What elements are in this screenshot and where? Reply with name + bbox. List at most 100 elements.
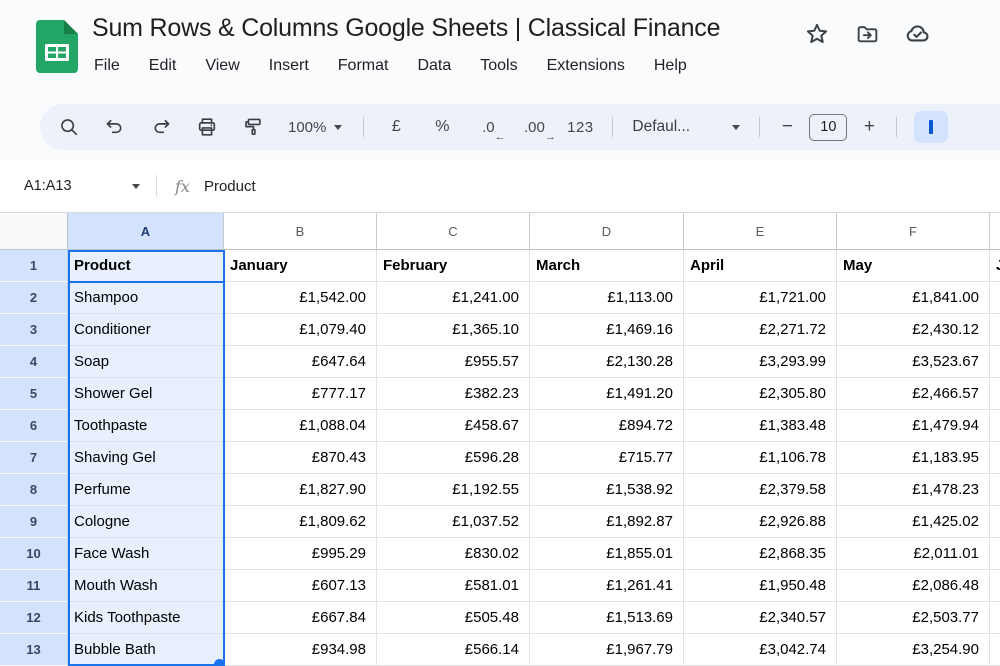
cell-A8[interactable]: Perfume — [68, 474, 224, 506]
row-header-7[interactable]: 7 — [0, 442, 68, 474]
column-header-B[interactable]: B — [224, 213, 377, 250]
paint-format-button[interactable] — [230, 109, 276, 145]
cell-E6[interactable]: £1,383.48 — [684, 410, 837, 442]
menu-tools[interactable]: Tools — [480, 57, 517, 75]
cell-C5[interactable]: £382.23 — [377, 378, 530, 410]
currency-format-button[interactable]: £ — [373, 109, 419, 145]
column-header-E[interactable]: E — [684, 213, 837, 250]
cell-E4[interactable]: £3,293.99 — [684, 346, 837, 378]
cell-B1[interactable]: January — [224, 250, 377, 282]
cell-E12[interactable]: £2,340.57 — [684, 602, 837, 634]
column-header-C[interactable]: C — [377, 213, 530, 250]
menu-view[interactable]: View — [205, 57, 239, 75]
menu-help[interactable]: Help — [654, 57, 687, 75]
cell-A4[interactable]: Soap — [68, 346, 224, 378]
cell-clipped-5[interactable] — [990, 378, 1000, 410]
cell-B12[interactable]: £667.84 — [224, 602, 377, 634]
move-folder-button[interactable] — [852, 19, 882, 49]
cell-clipped-9[interactable] — [990, 506, 1000, 538]
cell-clipped-7[interactable] — [990, 442, 1000, 474]
increase-font-size-button[interactable]: + — [851, 109, 887, 145]
cell-F10[interactable]: £2,011.01 — [837, 538, 990, 570]
row-header-2[interactable]: 2 — [0, 282, 68, 314]
cell-C13[interactable]: £566.14 — [377, 634, 530, 666]
cell-D12[interactable]: £1,513.69 — [530, 602, 684, 634]
cell-A6[interactable]: Toothpaste — [68, 410, 224, 442]
search-button[interactable] — [46, 109, 92, 145]
cell-F12[interactable]: £2,503.77 — [837, 602, 990, 634]
cell-clipped-3[interactable] — [990, 314, 1000, 346]
cell-D9[interactable]: £1,892.87 — [530, 506, 684, 538]
cell-B2[interactable]: £1,542.00 — [224, 282, 377, 314]
cell-D3[interactable]: £1,469.16 — [530, 314, 684, 346]
print-button[interactable] — [184, 109, 230, 145]
cell-A7[interactable]: Shaving Gel — [68, 442, 224, 474]
cell-F2[interactable]: £1,841.00 — [837, 282, 990, 314]
column-header-D[interactable]: D — [530, 213, 684, 250]
cell-D8[interactable]: £1,538.92 — [530, 474, 684, 506]
menu-data[interactable]: Data — [417, 57, 451, 75]
cell-C2[interactable]: £1,241.00 — [377, 282, 530, 314]
cell-E8[interactable]: £2,379.58 — [684, 474, 837, 506]
cell-C1[interactable]: February — [377, 250, 530, 282]
cell-F7[interactable]: £1,183.95 — [837, 442, 990, 474]
cell-clipped-13[interactable] — [990, 634, 1000, 666]
document-title[interactable]: Sum Rows & Columns Google Sheets | Class… — [92, 14, 720, 43]
cell-B13[interactable]: £934.98 — [224, 634, 377, 666]
cell-clipped-12[interactable] — [990, 602, 1000, 634]
row-header-5[interactable]: 5 — [0, 378, 68, 410]
decrease-decimal-button[interactable]: .0← — [465, 109, 511, 145]
cell-F8[interactable]: £1,478.23 — [837, 474, 990, 506]
row-header-12[interactable]: 12 — [0, 602, 68, 634]
column-header-clipped[interactable] — [990, 213, 1000, 250]
undo-button[interactable] — [92, 109, 138, 145]
cell-B5[interactable]: £777.17 — [224, 378, 377, 410]
cell-F5[interactable]: £2,466.57 — [837, 378, 990, 410]
cell-C12[interactable]: £505.48 — [377, 602, 530, 634]
cell-D7[interactable]: £715.77 — [530, 442, 684, 474]
bold-button-clipped[interactable] — [914, 111, 948, 143]
cell-A2[interactable]: Shampoo — [68, 282, 224, 314]
row-header-13[interactable]: 13 — [0, 634, 68, 666]
redo-button[interactable] — [138, 109, 184, 145]
star-button[interactable] — [802, 19, 832, 49]
cell-D4[interactable]: £2,130.28 — [530, 346, 684, 378]
cell-F13[interactable]: £3,254.90 — [837, 634, 990, 666]
cell-B9[interactable]: £1,809.62 — [224, 506, 377, 538]
cell-clipped-6[interactable] — [990, 410, 1000, 442]
zoom-control[interactable]: 100% — [276, 119, 354, 136]
fill-handle[interactable] — [214, 659, 225, 666]
cell-E5[interactable]: £2,305.80 — [684, 378, 837, 410]
cell-clipped-4[interactable] — [990, 346, 1000, 378]
row-header-1[interactable]: 1 — [0, 250, 68, 282]
row-header-3[interactable]: 3 — [0, 314, 68, 346]
cell-A11[interactable]: Mouth Wash — [68, 570, 224, 602]
select-all-corner[interactable] — [0, 213, 68, 250]
cell-A12[interactable]: Kids Toothpaste — [68, 602, 224, 634]
cell-B3[interactable]: £1,079.40 — [224, 314, 377, 346]
cloud-status-button[interactable] — [902, 19, 932, 49]
menu-format[interactable]: Format — [338, 57, 389, 75]
cell-E3[interactable]: £2,271.72 — [684, 314, 837, 346]
cell-clipped-1[interactable]: J — [990, 250, 1000, 282]
cell-D6[interactable]: £894.72 — [530, 410, 684, 442]
cell-A10[interactable]: Face Wash — [68, 538, 224, 570]
cell-D13[interactable]: £1,967.79 — [530, 634, 684, 666]
cell-B10[interactable]: £995.29 — [224, 538, 377, 570]
cell-clipped-8[interactable] — [990, 474, 1000, 506]
cell-F3[interactable]: £2,430.12 — [837, 314, 990, 346]
cell-C3[interactable]: £1,365.10 — [377, 314, 530, 346]
row-header-9[interactable]: 9 — [0, 506, 68, 538]
cell-E10[interactable]: £2,868.35 — [684, 538, 837, 570]
google-sheets-logo[interactable] — [36, 20, 78, 73]
cell-D10[interactable]: £1,855.01 — [530, 538, 684, 570]
cell-clipped-2[interactable] — [990, 282, 1000, 314]
cell-B7[interactable]: £870.43 — [224, 442, 377, 474]
cell-C11[interactable]: £581.01 — [377, 570, 530, 602]
cell-F6[interactable]: £1,479.94 — [837, 410, 990, 442]
font-family-select[interactable]: Defaul... — [622, 118, 750, 136]
cell-E1[interactable]: April — [684, 250, 837, 282]
row-header-10[interactable]: 10 — [0, 538, 68, 570]
cell-F9[interactable]: £1,425.02 — [837, 506, 990, 538]
cell-D5[interactable]: £1,491.20 — [530, 378, 684, 410]
